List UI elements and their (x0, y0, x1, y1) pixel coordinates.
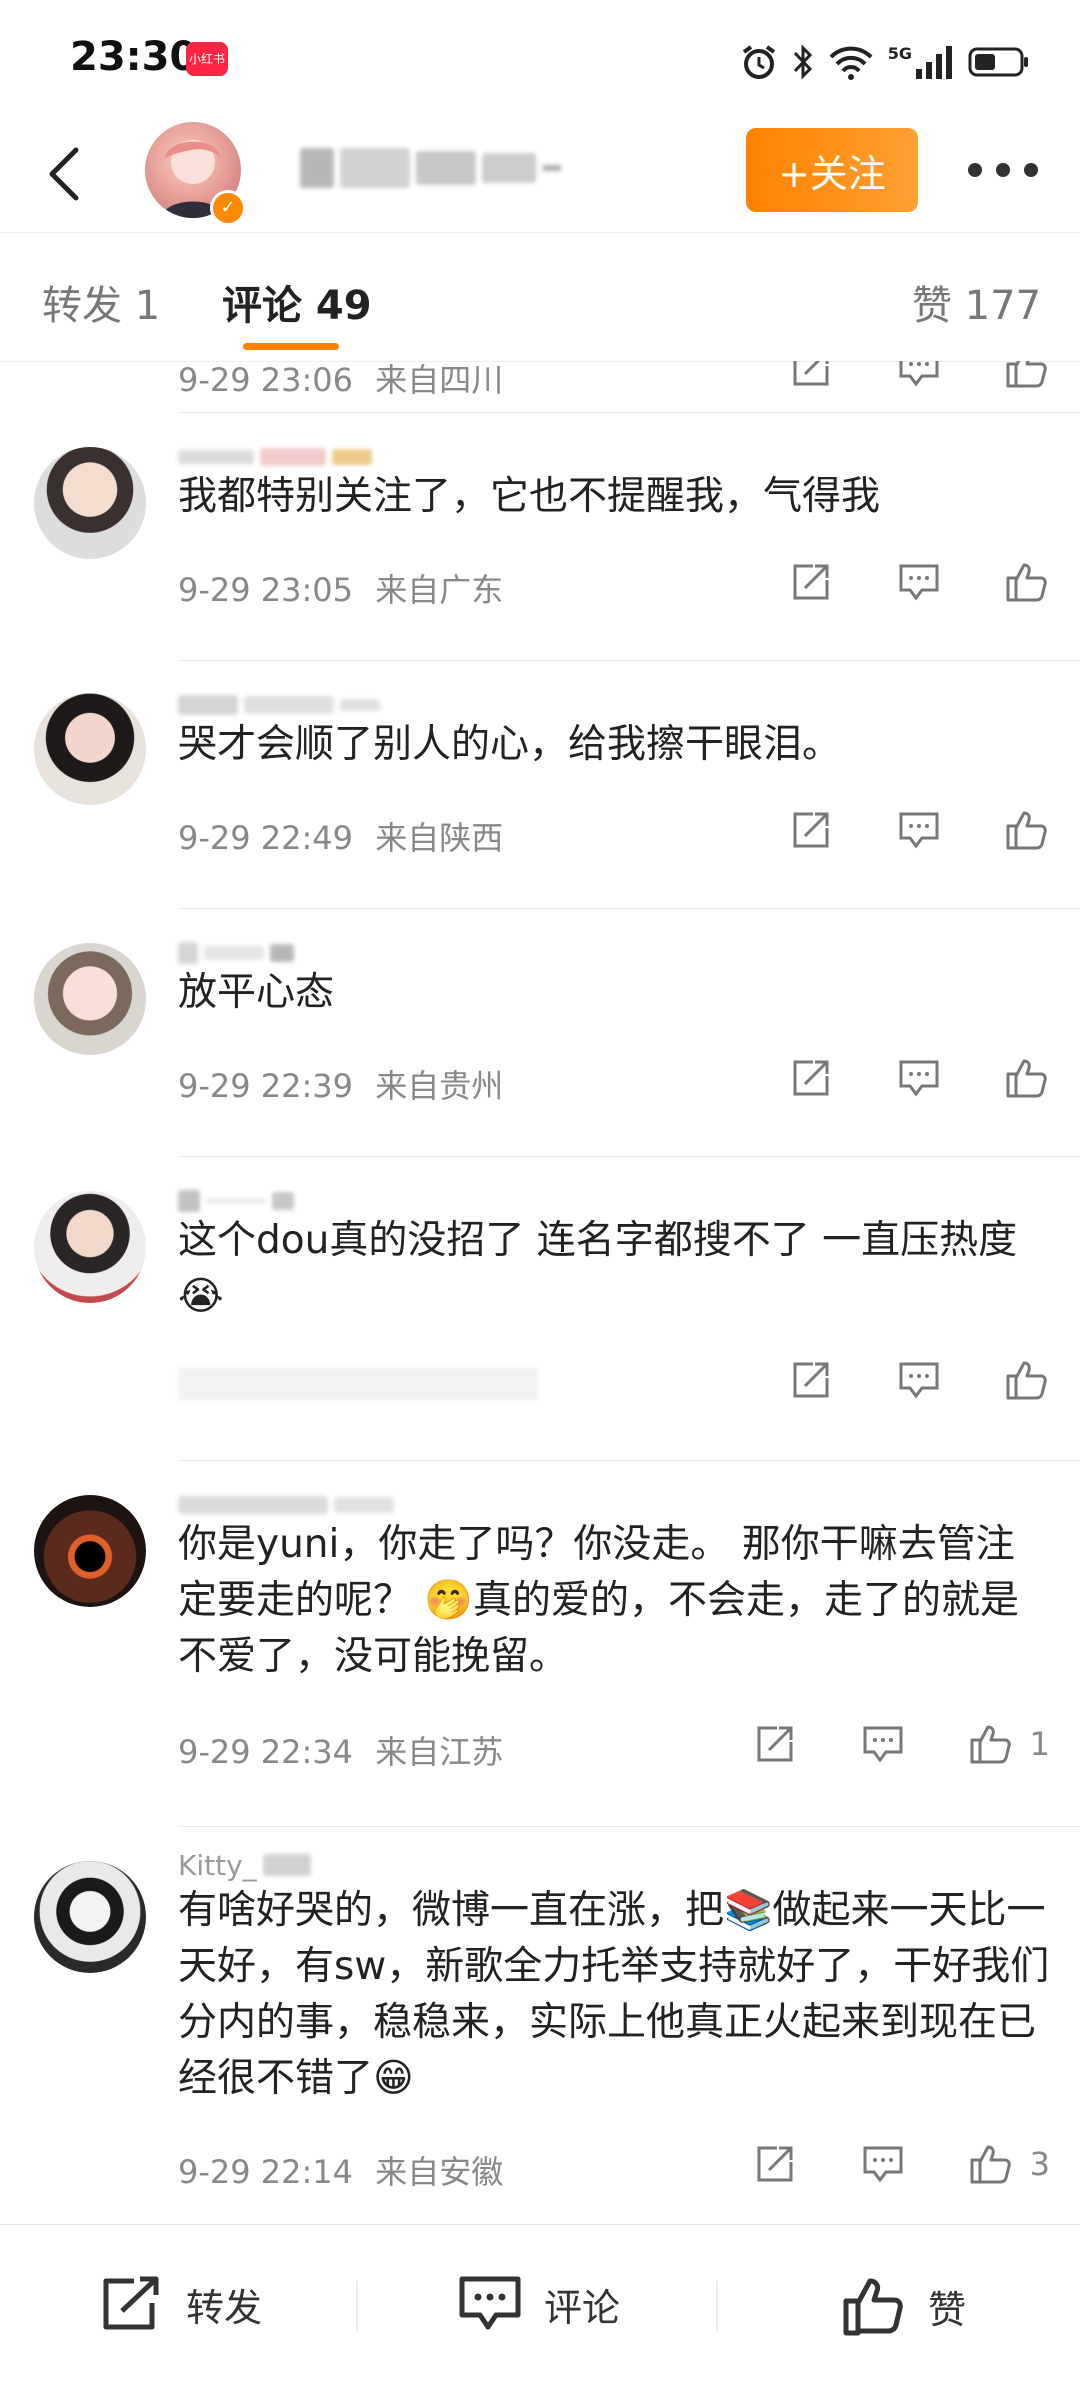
follow-button[interactable]: +关注 (746, 128, 918, 212)
reply-icon[interactable] (896, 1055, 942, 1101)
commenter-avatar[interactable] (34, 1861, 146, 1973)
comment-time: 9-29 22:34 (178, 1733, 354, 1771)
commenter-avatar[interactable] (34, 943, 146, 1055)
reply-icon[interactable] (860, 1721, 906, 1767)
tab-repost[interactable]: 转发 1 (42, 273, 160, 331)
comment-item: 哭才会顺了别人的心，给我擦干眼泪。 9-29 22:49 来自陕西 (0, 661, 1080, 908)
bottom-action-bar: 转发 评论 赞 (0, 2224, 1080, 2383)
comment-item: 我都特别关注了，它也不提醒我，气得我 9-29 23:05 来自广东 (0, 413, 1080, 660)
author-name-redacted[interactable] (300, 148, 562, 188)
comment-location: 来自陕西 (375, 819, 504, 857)
repost-icon[interactable] (788, 1357, 834, 1403)
comment-time: 9-29 23:06 (178, 361, 354, 399)
comment-text: 哭才会顺了别人的心，给我擦干眼泪。 (178, 722, 842, 767)
thumbs-up-icon (843, 2278, 903, 2336)
like-icon[interactable] (968, 1721, 1014, 1767)
comment-text: 这个dou真的没招了 连名字都搜不了 一直压热度😭 (178, 1218, 1018, 1319)
tab-comments[interactable]: 评论 49 (222, 273, 372, 331)
post-header: ✓ +关注 (0, 120, 1080, 230)
wifi-icon (828, 42, 874, 82)
tab-active-indicator (243, 343, 339, 350)
alarm-icon (740, 42, 778, 82)
comment-time: 9-29 22:39 (178, 1067, 354, 1105)
repost-icon[interactable] (788, 361, 834, 391)
status-icons: 5G (740, 40, 1030, 84)
comment-meta-redacted (178, 1367, 538, 1401)
comment-button[interactable]: 评论 (458, 2275, 620, 2333)
reply-icon[interactable] (860, 2141, 906, 2187)
battery-icon (968, 42, 1030, 82)
like-icon[interactable] (968, 2141, 1014, 2187)
comment-text: 放平心态 (178, 970, 335, 1015)
like-icon[interactable] (1004, 361, 1050, 391)
app-notification-icon: 小红书 (186, 42, 228, 76)
comment-text: 你是yuni，你走了吗？你没走。 那你干嘛去管注定要走的呢？ 🤭真的爱的，不会走… (178, 1522, 1019, 1679)
like-label: 赞 (928, 2287, 967, 2332)
verified-icon: ✓ (210, 190, 246, 226)
comment-item: 放平心态 9-29 22:39 来自贵州 (0, 909, 1080, 1156)
comment-time: 9-29 22:14 (178, 2153, 354, 2191)
comment-location: 来自广东 (375, 571, 504, 609)
like-icon[interactable] (1004, 1055, 1050, 1101)
bluetooth-icon (792, 42, 814, 82)
commenter-avatar[interactable] (34, 447, 146, 559)
comment-icon (459, 2276, 521, 2330)
repost-icon[interactable] (752, 1721, 798, 1767)
reply-icon[interactable] (896, 559, 942, 605)
tab-likes[interactable]: 赞 177 (912, 273, 1041, 331)
comment-list: 9-29 23:06 来自四川 我都特别关注了，它也不提醒我，气得我 9-29 … (0, 361, 1080, 2224)
comment-text: 有啥好哭的，微博一直在涨，把📚做起来一天比一天好，有sw，新歌全力托举支持就好了… (178, 1888, 1050, 2101)
like-icon[interactable] (1004, 1357, 1050, 1403)
chevron-left-icon (49, 147, 79, 201)
commenter-name-redacted (262, 1854, 311, 1876)
post-tabs: 转发 1 评论 49 赞 177 (0, 232, 1080, 362)
network-type: 5G (887, 44, 912, 63)
comment-location: 来自江苏 (375, 1733, 504, 1771)
comment-text: 我都特别关注了，它也不提醒我，气得我 (178, 474, 881, 519)
comment-time: 9-29 23:05 (178, 571, 354, 609)
bottom-divider (356, 2281, 358, 2331)
comment-location: 来自贵州 (375, 1067, 504, 1105)
repost-icon[interactable] (788, 559, 834, 605)
comment-label: 评论 (544, 2285, 621, 2330)
comment-location: 来自安徽 (375, 2153, 504, 2191)
repost-button[interactable]: 转发 (100, 2275, 262, 2333)
comment-item: 你是yuni，你走了吗？你没走。 那你干嘛去管注定要走的呢？ 🤭真的爱的，不会走… (0, 1461, 1080, 1826)
comment-item: Kitty_ 有啥好哭的，微博一直在涨，把📚做起来一天比一天好，有sw，新歌全力… (0, 1827, 1080, 2224)
reply-icon[interactable] (896, 807, 942, 853)
reply-icon[interactable] (896, 1357, 942, 1403)
comment-item: 这个dou真的没招了 连名字都搜不了 一直压热度😭 (0, 1157, 1080, 1460)
repost-icon[interactable] (752, 2141, 798, 2187)
commenter-avatar[interactable] (34, 1495, 146, 1607)
like-icon[interactable] (1004, 807, 1050, 853)
bottom-divider (716, 2281, 718, 2331)
comment-location: 来自四川 (375, 361, 504, 399)
like-icon[interactable] (1004, 559, 1050, 605)
status-time: 23:30 (70, 34, 198, 80)
status-bar: 23:30 小红书 5G (0, 0, 1080, 120)
repost-icon (103, 2276, 159, 2330)
back-button[interactable] (38, 144, 98, 204)
commenter-avatar[interactable] (34, 1191, 146, 1303)
repost-icon[interactable] (788, 807, 834, 853)
repost-label: 转发 (186, 2285, 263, 2330)
repost-icon[interactable] (788, 1055, 834, 1101)
signal-icon: 5G (888, 42, 954, 82)
commenter-name[interactable]: Kitty_ (178, 1849, 257, 1882)
commenter-avatar[interactable] (34, 693, 146, 805)
reply-icon[interactable] (896, 361, 942, 391)
like-count: 3 (1029, 2145, 1050, 2183)
like-count: 1 (1029, 1725, 1050, 1763)
comment-time: 9-29 22:49 (178, 819, 354, 857)
like-button[interactable]: 赞 (842, 2275, 966, 2337)
more-icon[interactable] (968, 150, 1038, 190)
